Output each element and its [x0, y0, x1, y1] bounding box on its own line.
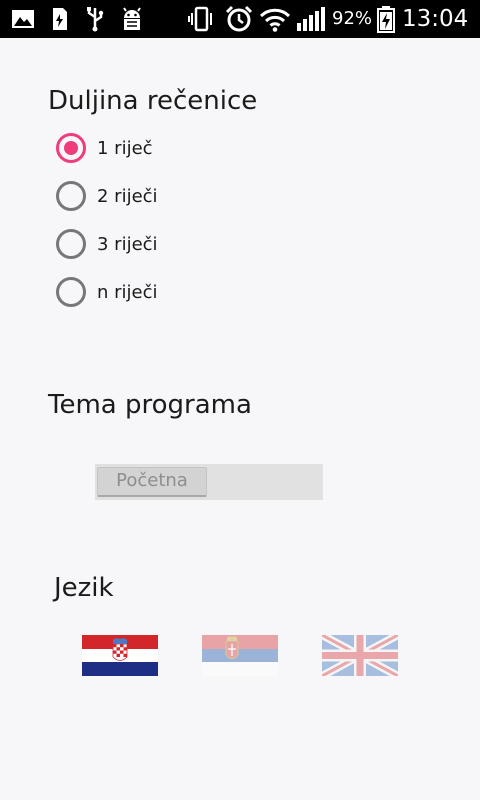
usb-icon: [87, 7, 104, 32]
serbia-flag-icon[interactable]: [202, 635, 278, 676]
vibrate-icon: [188, 6, 212, 32]
alarm-icon: [225, 5, 253, 32]
radio-label: 1 riječ: [97, 137, 153, 159]
clock: 13:04: [402, 6, 469, 32]
theme-spinner[interactable]: Početna: [95, 464, 323, 500]
sentence-length-title: Duljina rečenice: [48, 86, 258, 116]
theme-selected-value[interactable]: Početna: [97, 467, 207, 497]
radio-button[interactable]: [56, 181, 86, 211]
radio-2-words[interactable]: 2 riječi: [56, 179, 158, 213]
radio-3-words[interactable]: 3 riječi: [56, 227, 158, 261]
radio-button-checked[interactable]: [56, 133, 86, 163]
gallery-icon: [12, 10, 34, 28]
radio-label: 3 riječi: [97, 233, 158, 255]
sd-card-icon: [53, 8, 67, 30]
radio-button[interactable]: [56, 277, 86, 307]
battery-charging-icon: [377, 6, 395, 33]
battery-percent: 92%: [332, 8, 373, 29]
radio-button[interactable]: [56, 229, 86, 259]
radio-1-word[interactable]: 1 riječ: [56, 131, 153, 165]
uk-flag-icon[interactable]: [322, 635, 398, 676]
radio-label: 2 riječi: [97, 185, 158, 207]
android-debug-icon: [123, 7, 141, 30]
radio-n-words[interactable]: n riječi: [56, 275, 158, 309]
signal-icon: [297, 7, 325, 31]
croatia-flag-icon[interactable]: [82, 635, 158, 676]
status-bar: 92% 13:04: [0, 0, 480, 38]
wifi-icon: [259, 8, 291, 32]
radio-label: n riječi: [97, 281, 158, 303]
settings-screen: Duljina rečenice 1 riječ 2 riječi 3 rije…: [0, 38, 480, 800]
language-title: Jezik: [54, 573, 114, 603]
theme-title: Tema programa: [48, 390, 252, 420]
